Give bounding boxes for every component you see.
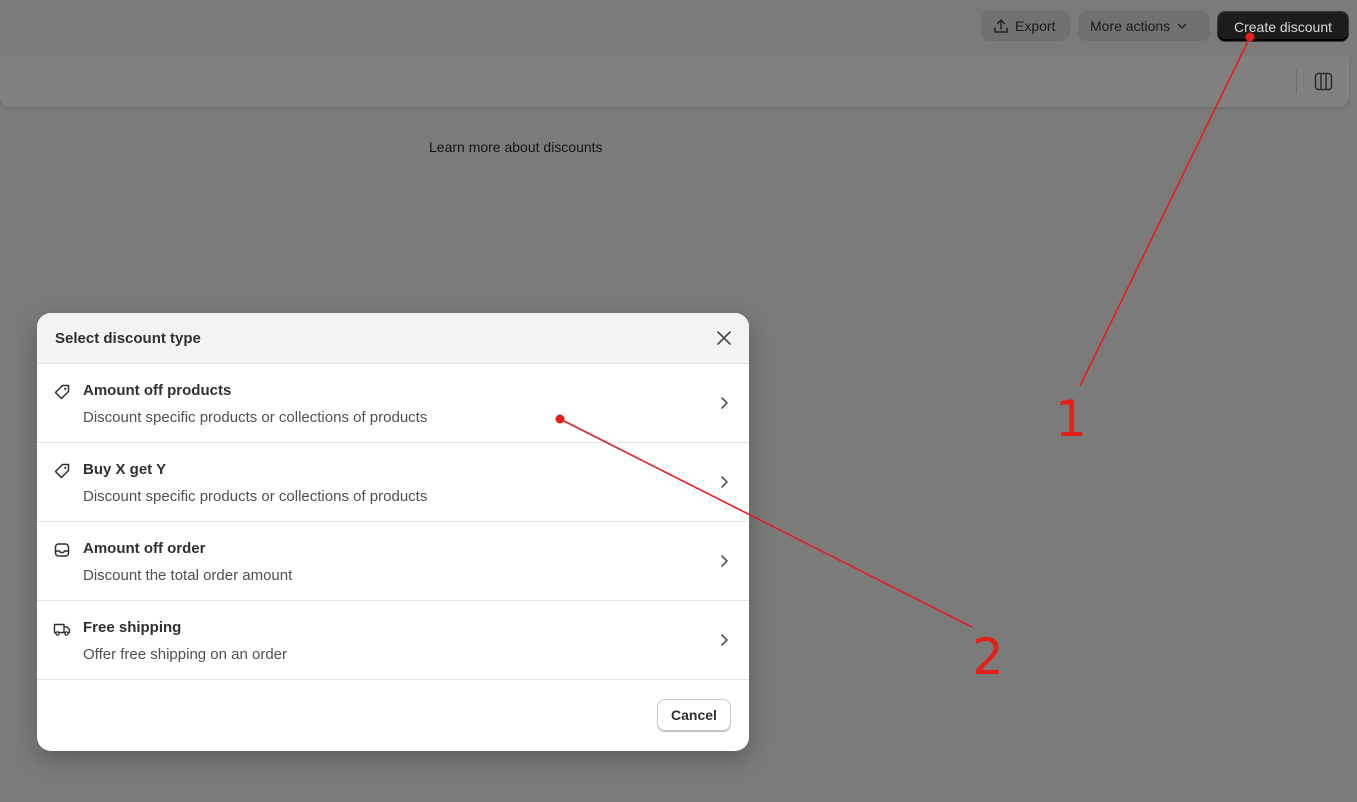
chevron-right-icon [721, 634, 728, 646]
more-actions-label: More actions [1090, 18, 1171, 34]
page-actions-bar: Export More actions Create discount [0, 0, 1357, 54]
panel-divider [1296, 70, 1297, 94]
option-description: Offer free shipping on an order [83, 646, 288, 663]
option-title: Amount off products [83, 382, 232, 399]
option-buy-x-get-y[interactable]: Buy X get Y Discount specific products o… [37, 443, 749, 522]
annotation-step-1: 1 [1055, 390, 1087, 448]
modal-header: Select discount type [37, 313, 749, 364]
close-icon[interactable] [715, 329, 733, 347]
chevron-right-icon [721, 476, 728, 488]
chevron-right-icon [721, 555, 728, 567]
option-amount-off-products[interactable]: Amount off products Discount specific pr… [37, 364, 749, 443]
select-discount-type-modal: Select discount type Amount off products… [37, 313, 749, 751]
learn-more-link[interactable]: Learn more about discounts [429, 139, 603, 155]
modal-title: Select discount type [55, 329, 201, 347]
modal-footer: Cancel [37, 680, 749, 749]
option-amount-off-order[interactable]: Amount off order Discount the total orde… [37, 522, 749, 601]
filter-panel [0, 56, 1349, 107]
option-free-shipping[interactable]: Free shipping Offer free shipping on an … [37, 601, 749, 680]
export-button[interactable]: Export [981, 11, 1070, 41]
option-description: Discount specific products or collection… [83, 409, 428, 426]
cancel-label: Cancel [671, 707, 717, 723]
tag-icon [54, 463, 70, 479]
option-title: Buy X get Y [83, 461, 167, 478]
create-discount-label: Create discount [1233, 18, 1333, 35]
option-description: Discount specific products or collection… [83, 488, 428, 505]
chevron-right-icon [721, 397, 728, 409]
chevron-down-icon [1177, 23, 1187, 29]
more-actions-button[interactable]: More actions [1078, 11, 1210, 41]
export-label: Export [1015, 18, 1056, 34]
option-title: Amount off order [83, 540, 206, 557]
create-discount-button[interactable]: Create discount [1217, 11, 1349, 42]
upload-icon [994, 19, 1008, 33]
option-description: Discount the total order amount [83, 567, 293, 584]
cancel-button[interactable]: Cancel [657, 699, 731, 731]
annotation-step-2: 2 [972, 628, 1004, 686]
columns-icon[interactable] [1314, 72, 1333, 91]
tag-icon [54, 384, 70, 400]
option-title: Free shipping [83, 619, 182, 636]
inbox-icon [54, 543, 70, 557]
truck-icon [53, 623, 71, 636]
